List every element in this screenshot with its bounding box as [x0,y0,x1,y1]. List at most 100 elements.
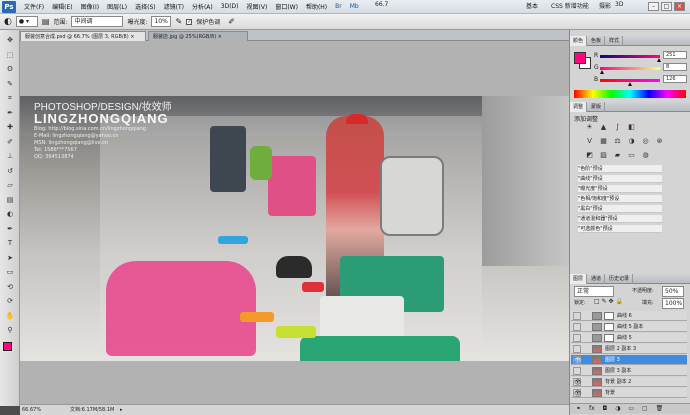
foreground-color-swatch[interactable] [574,52,586,64]
tab-masks[interactable]: 蒙版 [588,102,606,112]
tab-doc-psd[interactable]: 服装创意合成.psd @ 66.7% (图层 3, RGB/8) × [20,31,146,41]
visibility-eye-icon[interactable] [573,323,581,331]
eyedropper-icon[interactable]: ✒ [4,109,16,118]
visibility-eye-icon[interactable]: 👁 [573,378,582,386]
menu-3d[interactable]: 3D(D) [217,3,243,10]
layer-row[interactable]: 图层 3 副本 [571,366,687,376]
photo-filter-icon[interactable]: ◎ [640,136,651,146]
preset-levels[interactable]: "色阶"预设 [578,165,662,173]
lasso-icon[interactable]: ʘ [4,65,16,74]
gradient-icon[interactable]: ▤ [4,196,16,205]
menu-window[interactable]: 窗口(W) [271,2,302,11]
exposure-icon[interactable]: ◧ [626,122,637,132]
threshold-icon[interactable]: ▰ [612,150,623,160]
tab-layers[interactable]: 图层 [570,274,588,284]
layer-mask-thumbnail[interactable] [604,334,614,342]
hand-icon[interactable]: ✋ [4,312,16,321]
workspace-cs5[interactable]: CSS 新增功能 [551,1,589,10]
workspace-3d[interactable]: 3D [615,1,623,8]
crop-icon[interactable]: ⌗ [4,94,16,103]
visibility-eye-icon[interactable] [573,367,581,375]
tab-styles[interactable]: 样式 [606,36,624,46]
quick-select-icon[interactable]: ✎ [4,80,16,89]
range-select[interactable]: 中间调 [71,16,124,27]
close-button[interactable]: × [674,2,685,11]
visibility-eye-icon[interactable]: 👁 [573,356,582,364]
3d-orbit-icon[interactable]: ⟳ [4,297,16,306]
move-icon[interactable]: ✥ [4,36,16,45]
blend-mode-select[interactable]: 正常 [574,286,614,297]
layer-row[interactable]: 👁 背景 [571,388,687,398]
color-spectrum-bar[interactable] [574,90,686,98]
tab-history[interactable]: 历史记录 [606,274,634,284]
preset-exposure[interactable]: "曝光度"预设 [578,185,662,193]
eraser-icon[interactable]: ▱ [4,181,16,190]
status-zoom[interactable]: 66.67% [22,405,41,415]
history-brush-icon[interactable]: ↺ [4,167,16,176]
adjust-layer-icon[interactable]: ◑ [615,405,620,412]
tab-swatches[interactable]: 色板 [588,36,606,46]
selective-color-icon[interactable]: ◍ [640,150,651,160]
layer-row[interactable]: 图层 2 副本 3 [571,344,687,354]
black-white-icon[interactable]: ◑ [626,136,637,146]
brightness-icon[interactable]: ☀ [584,122,595,132]
b-slider-thumb[interactable] [627,82,632,86]
preset-channel-mixer[interactable]: "通道混和器"预设 [578,215,662,223]
pen-icon[interactable]: ✒ [4,225,16,234]
menu-analysis[interactable]: 分析(A) [188,2,217,11]
visibility-eye-icon[interactable] [573,334,581,342]
vibrance-icon[interactable]: V [584,136,595,146]
menu-view[interactable]: 视图(V) [243,2,272,11]
brush-icon[interactable]: ✐ [4,138,16,147]
g-slider-track[interactable] [600,67,660,70]
brush-preset-picker[interactable]: ● ▾ [15,16,38,27]
protect-tones-checkbox[interactable]: ✓ [186,18,193,25]
menu-edit[interactable]: 编辑(E) [48,2,76,11]
delete-layer-icon[interactable]: 🗑 [656,405,664,412]
color-balance-icon[interactable]: ⚖ [612,136,623,146]
shape-icon[interactable]: ▭ [4,268,16,277]
3d-rotate-icon[interactable]: ⟲ [4,283,16,292]
r-slider-thumb[interactable] [657,58,662,62]
dodge-icon[interactable]: ◐ [4,210,16,219]
preset-selective-color[interactable]: "可选颜色"预设 [578,225,662,233]
restore-button[interactable]: □ [661,2,672,11]
tab-channels[interactable]: 通道 [588,274,606,284]
tab-adjustments[interactable]: 调整 [570,102,588,112]
exposure-input[interactable]: 10% [151,16,172,27]
airbrush-icon[interactable]: ✎ [175,17,182,26]
hue-sat-icon[interactable]: ▦ [598,136,609,146]
visibility-eye-icon[interactable] [573,312,581,320]
new-layer-icon[interactable]: ▢ [642,405,648,412]
tab-doc-jpg[interactable]: 服装店.jpg @ 25%(RGB/8) × [148,31,248,41]
posterize-icon[interactable]: ▨ [598,150,609,160]
menu-image[interactable]: 图像(I) [77,2,103,11]
healing-icon[interactable]: ✚ [4,123,16,132]
zoom-display[interactable]: 66.7 [375,1,388,8]
tab-color[interactable]: 颜色 [570,36,588,46]
marquee-icon[interactable]: ⬚ [4,51,16,60]
menu-select[interactable]: 选择(S) [131,2,160,11]
clone-stamp-icon[interactable]: ⊥ [4,152,16,161]
link-layers-icon[interactable]: ⚭ [576,405,581,412]
menu-filter[interactable]: 滤镜(T) [160,2,188,11]
minimize-button[interactable]: – [648,2,659,11]
g-slider-thumb[interactable] [599,70,604,74]
r-slider-track[interactable] [600,55,660,58]
menu-help[interactable]: 帮助(H) [302,2,331,11]
layer-row[interactable]: 👁 背景 副本 2 [571,377,687,387]
visibility-eye-icon[interactable]: 👁 [573,389,582,397]
bridge-icon[interactable]: Br [331,3,346,10]
preset-curves[interactable]: "曲线"预设 [578,175,662,183]
preset-black-white[interactable]: "黑白"预设 [578,205,662,213]
menu-file[interactable]: 文件(F) [20,2,48,11]
channel-mixer-icon[interactable]: ⊛ [654,136,665,146]
curves-icon[interactable]: ∫ [612,122,623,132]
document-image[interactable]: PHOTOSHOP/DESIGN/妆效师 LINGZHONGQIANG Blog… [20,96,569,361]
fx-icon[interactable]: fx [589,405,595,412]
brush-panel-icon[interactable]: ▤ [42,17,50,26]
preset-hue-sat[interactable]: "色相/饱和度"预设 [578,195,662,203]
workspace-basic[interactable]: 基本 [526,1,538,10]
invert-icon[interactable]: ◩ [584,150,595,160]
path-select-icon[interactable]: ➤ [4,254,16,263]
